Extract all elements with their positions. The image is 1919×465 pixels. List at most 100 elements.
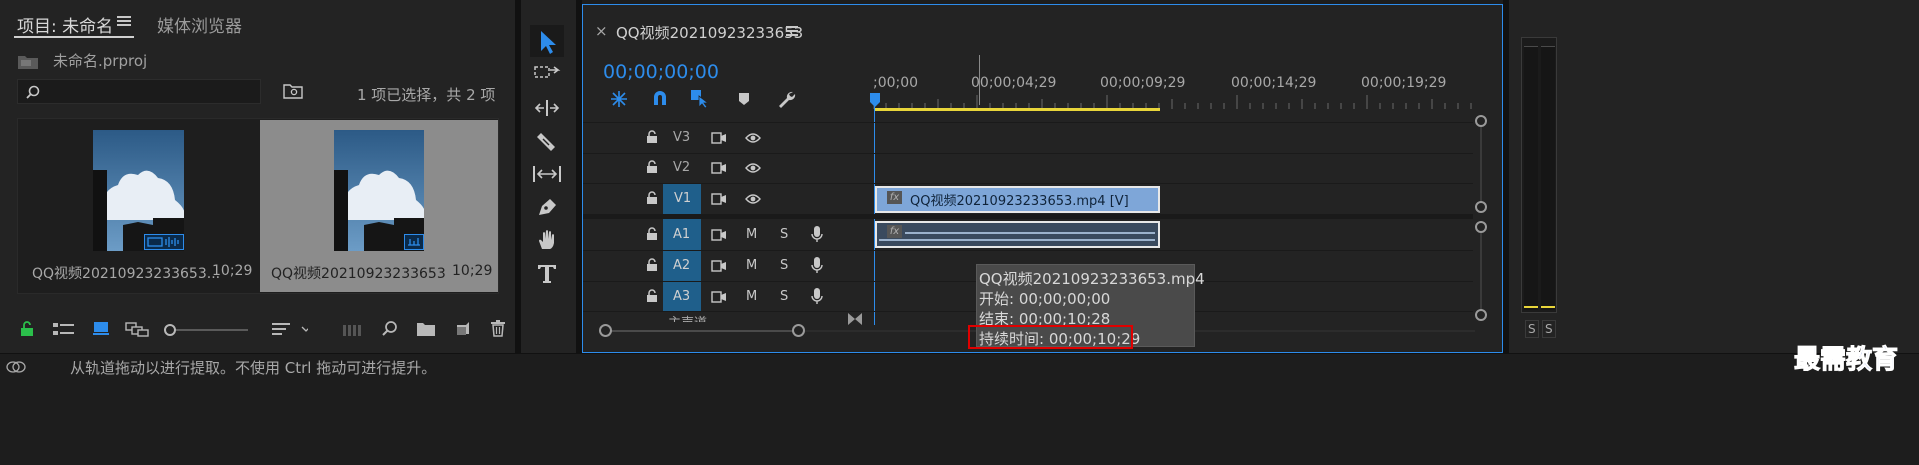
linked-selection-icon[interactable]: [690, 88, 712, 108]
track-label-v2[interactable]: V2: [673, 160, 690, 175]
vertical-scroll-handle[interactable]: [1475, 221, 1487, 233]
zoom-slider-track: [174, 329, 248, 331]
horizontal-zoom-scrollbar[interactable]: [599, 324, 805, 338]
sync-lock-icon[interactable]: [711, 132, 727, 144]
pen-tool[interactable]: [536, 196, 560, 218]
vertical-scroll-handle[interactable]: [1475, 201, 1487, 213]
track-lock-icon[interactable]: [646, 227, 658, 241]
track-label-v1[interactable]: V1: [674, 191, 691, 206]
ripple-edit-tool[interactable]: [534, 98, 562, 118]
find-icon[interactable]: [382, 321, 398, 337]
solo-button[interactable]: S: [780, 289, 788, 304]
icon-view-icon[interactable]: [93, 321, 109, 336]
video-clip-label: QQ视频20210923233653.mp4 [V]: [910, 194, 1129, 209]
zoom-slider[interactable]: [164, 323, 248, 337]
vertical-scroll-track[interactable]: [1480, 233, 1482, 309]
sync-lock-icon[interactable]: [711, 291, 727, 303]
snap-icon[interactable]: [651, 89, 669, 107]
solo-button[interactable]: S: [780, 258, 788, 273]
eye-icon[interactable]: [745, 132, 761, 144]
slip-tool[interactable]: [532, 163, 562, 185]
mute-button[interactable]: M: [746, 258, 757, 273]
vertical-scroll-track[interactable]: [1480, 127, 1482, 202]
timeline-settings-wrench-icon[interactable]: [776, 89, 796, 109]
track-label-a2[interactable]: A2: [673, 258, 690, 273]
trash-icon[interactable]: [491, 320, 505, 337]
hand-tool[interactable]: [536, 229, 560, 251]
find-bin-icon[interactable]: [283, 83, 303, 99]
sort-icon[interactable]: [272, 322, 308, 336]
ruler-label: 00;00;04;29: [971, 75, 1057, 91]
vertical-scroll-handle[interactable]: [1475, 309, 1487, 321]
sync-lock-icon[interactable]: [711, 229, 727, 241]
work-area-bar[interactable]: [875, 108, 1160, 111]
add-marker-icon[interactable]: [738, 92, 750, 106]
track-label-a1[interactable]: A1: [673, 227, 690, 242]
close-tab-icon[interactable]: ×: [595, 22, 608, 40]
playhead-timecode[interactable]: 00;00;00;00: [603, 61, 719, 83]
scrollbar-right-handle[interactable]: [792, 324, 805, 337]
search-icon: [26, 85, 40, 99]
insert-nest-icon[interactable]: [609, 89, 629, 109]
track-lock-icon[interactable]: [646, 289, 658, 303]
microphone-icon[interactable]: [811, 226, 823, 243]
video-audio-badge-icon: [144, 234, 184, 250]
new-item-icon[interactable]: [455, 321, 471, 337]
master-keyframe-icon[interactable]: [848, 313, 862, 325]
new-bin-icon[interactable]: [416, 321, 436, 337]
eye-icon[interactable]: [745, 193, 761, 205]
vertical-scroll-handle[interactable]: [1475, 115, 1487, 127]
track-label-a3[interactable]: A3: [673, 289, 690, 304]
tab-media-browser[interactable]: 媒体浏览器: [157, 12, 242, 37]
mute-button[interactable]: M: [746, 289, 757, 304]
audio-waveform-line: [905, 232, 1155, 234]
freeform-view-icon[interactable]: [125, 321, 149, 337]
sequence-tab[interactable]: QQ视频20210923233653: [616, 22, 803, 43]
status-message: 从轨道拖动以进行提取。不使用 Ctrl 拖动可进行提升。: [70, 359, 437, 377]
track-lock-icon[interactable]: [646, 191, 658, 205]
mute-button[interactable]: M: [746, 227, 757, 242]
microphone-icon[interactable]: [811, 288, 823, 305]
track-label-v3[interactable]: V3: [673, 130, 690, 145]
tab-project[interactable]: 项目: 未命名: [17, 12, 113, 37]
sync-lock-icon[interactable]: [711, 162, 727, 174]
clip-name: QQ视频20210923233653: [271, 266, 446, 282]
sync-lock-icon[interactable]: [711, 260, 727, 272]
sequence-badge-icon: [404, 234, 424, 250]
eye-icon[interactable]: [745, 162, 761, 174]
watermark-logo: 最需教育: [1793, 345, 1899, 376]
ruler-label: 00;00;19;29: [1361, 75, 1447, 91]
track-lock-icon[interactable]: [646, 258, 658, 272]
hover-cursor-line: [979, 55, 980, 105]
clip-grid: QQ视频20210923233653... 10;29 QQ视频20210923…: [17, 118, 499, 294]
list-view-icon[interactable]: [53, 322, 75, 336]
lock-icon[interactable]: [20, 321, 34, 337]
fx-badge: fx: [887, 225, 902, 238]
audio-clip[interactable]: fx: [875, 221, 1160, 248]
panel-menu-icon[interactable]: [117, 15, 131, 27]
track-lock-icon[interactable]: [646, 130, 658, 144]
automate-to-sequence-icon[interactable]: [343, 323, 363, 337]
sequence-menu-icon[interactable]: [786, 26, 798, 37]
clip-card[interactable]: QQ视频20210923233653... 10;29: [19, 120, 259, 292]
time-ruler[interactable]: ;00;00 00;00;04;29 00;00;09;29 00;00;14;…: [873, 67, 1493, 112]
duration-highlight-box: [968, 325, 1133, 349]
solo-left-button[interactable]: S: [1525, 320, 1539, 338]
track-lock-icon[interactable]: [646, 160, 658, 174]
clip-card-selected[interactable]: QQ视频20210923233653 10;29: [260, 120, 498, 292]
zoom-slider-handle[interactable]: [164, 324, 176, 336]
playhead-handle[interactable]: [869, 93, 881, 107]
type-tool[interactable]: [536, 262, 560, 284]
search-input[interactable]: [17, 79, 261, 104]
track-select-tool[interactable]: [534, 64, 562, 84]
tab-project-underline: [14, 36, 134, 38]
microphone-icon[interactable]: [811, 257, 823, 274]
selection-tool[interactable]: [530, 25, 564, 57]
video-clip[interactable]: fx QQ视频20210923233653.mp4 [V]: [875, 186, 1160, 213]
scrollbar-track: [607, 330, 797, 332]
solo-button[interactable]: S: [780, 227, 788, 242]
razor-tool[interactable]: [536, 130, 560, 152]
solo-right-button[interactable]: S: [1542, 320, 1556, 338]
sync-lock-icon[interactable]: [711, 193, 727, 205]
scrollbar-left-handle[interactable]: [599, 324, 612, 337]
